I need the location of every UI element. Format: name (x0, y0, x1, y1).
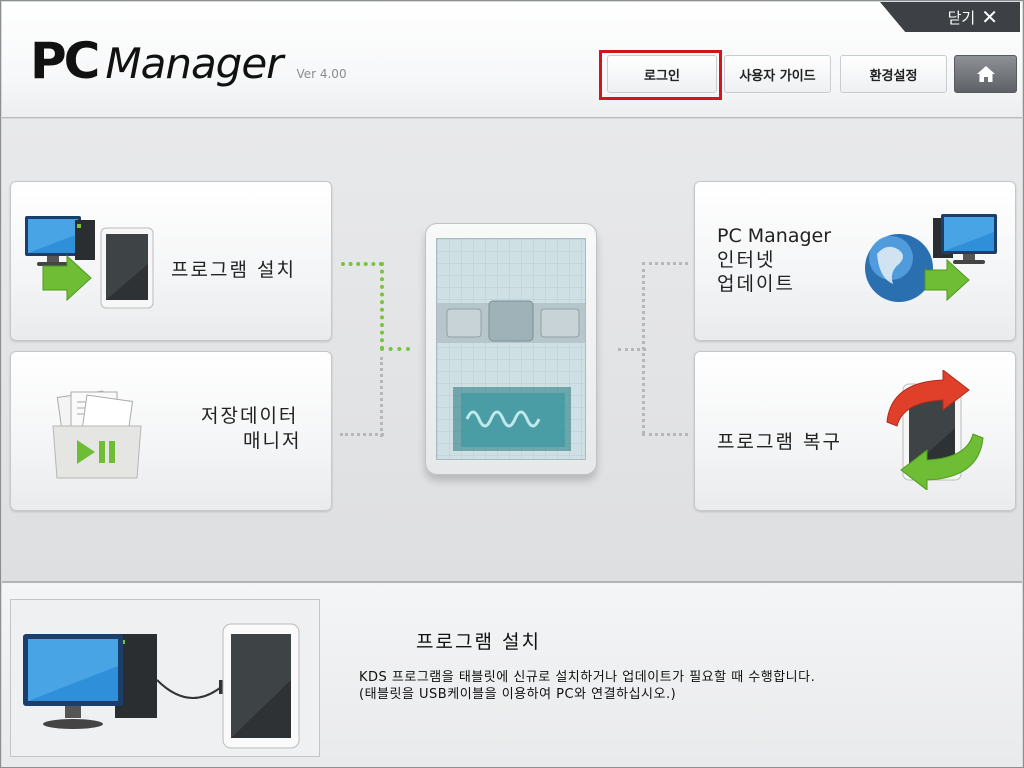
connector-dots (380, 262, 384, 350)
description-line-2: (태블릿을 USB케이블을 이용하여 PC와 연결하십시오.) (359, 687, 677, 702)
close-icon: ✕ (981, 5, 998, 29)
tablet-refresh-icon (886, 370, 984, 490)
description-panel: 프로그램 설치 KDS 프로그램을 태블릿에 신규로 설치하거나 업데이트가 필… (2, 581, 1022, 767)
user-guide-label: 사용자 가이드 (739, 68, 816, 84)
program-install-card[interactable]: 프로그램 설치 (10, 181, 332, 341)
center-tablet-illustration (425, 223, 597, 475)
pc-to-tablet-icon (25, 216, 154, 309)
close-button[interactable]: 닫기 ✕ (880, 2, 1020, 32)
login-button[interactable]: 로그인 (607, 55, 717, 93)
description-text: KDS 프로그램을 태블릿에 신규로 설치하거나 업데이트가 필요할 때 수행합… (359, 669, 815, 703)
storage-data-manager-label-1: 저장데이터 (201, 405, 299, 427)
pc-tablet-connection-image (10, 599, 320, 757)
tablet-screen (436, 238, 586, 460)
connector-dots (642, 433, 688, 436)
internet-update-label-2: 인터넷 (717, 249, 776, 271)
connector-dots (380, 357, 383, 437)
logo-pc-text: PC (30, 32, 100, 90)
home-icon (976, 66, 995, 82)
internet-update-label-3: 업데이트 (717, 273, 795, 295)
program-install-label: 프로그램 설치 (171, 259, 296, 281)
storage-data-manager-card[interactable]: 저장데이터 매니저 (10, 351, 332, 511)
connector-dots (380, 347, 410, 351)
settings-button[interactable]: 환경설정 (840, 55, 947, 93)
program-recovery-card[interactable]: 프로그램 복구 (694, 351, 1016, 511)
home-button[interactable] (954, 55, 1017, 93)
close-label: 닫기 (947, 8, 976, 27)
storage-data-manager-label-2: 매니저 (243, 430, 302, 452)
user-guide-button[interactable]: 사용자 가이드 (724, 55, 831, 93)
description-line-1: KDS 프로그램을 태블릿에 신규로 설치하거나 업데이트가 필요할 때 수행합… (359, 670, 816, 685)
logo-manager-text: Manager (105, 39, 283, 88)
pc-usb-tablet-icon (23, 623, 300, 749)
app-logo: PC Manager Ver 4.00 (30, 36, 347, 86)
program-recovery-label: 프로그램 복구 (717, 431, 842, 453)
internet-update-card[interactable]: PC Manager 인터넷 업데이트 (694, 181, 1016, 341)
connector-dots (341, 262, 383, 266)
connector-dots (642, 262, 688, 265)
header: PC Manager Ver 4.00 닫기 ✕ 로그인 사용자 가이드 환경설… (2, 2, 1022, 118)
connector-dots (618, 348, 646, 351)
globe-pc-icon (865, 214, 997, 302)
login-button-label: 로그인 (644, 68, 680, 84)
settings-label: 환경설정 (869, 68, 918, 84)
folder-play-icon (52, 390, 142, 479)
description-title: 프로그램 설치 (416, 631, 541, 653)
internet-update-label-1: PC Manager (717, 225, 832, 247)
app-window: PC Manager Ver 4.00 닫기 ✕ 로그인 사용자 가이드 환경설… (0, 0, 1024, 768)
diagnostic-graphic (437, 239, 585, 459)
connector-dots (340, 433, 384, 436)
main-menu-area: 프로그램 설치 저장데이터 매니저 PC Manager 인터넷 업데이트 프로… (2, 119, 1022, 581)
version-label: Ver 4.00 (296, 67, 347, 81)
